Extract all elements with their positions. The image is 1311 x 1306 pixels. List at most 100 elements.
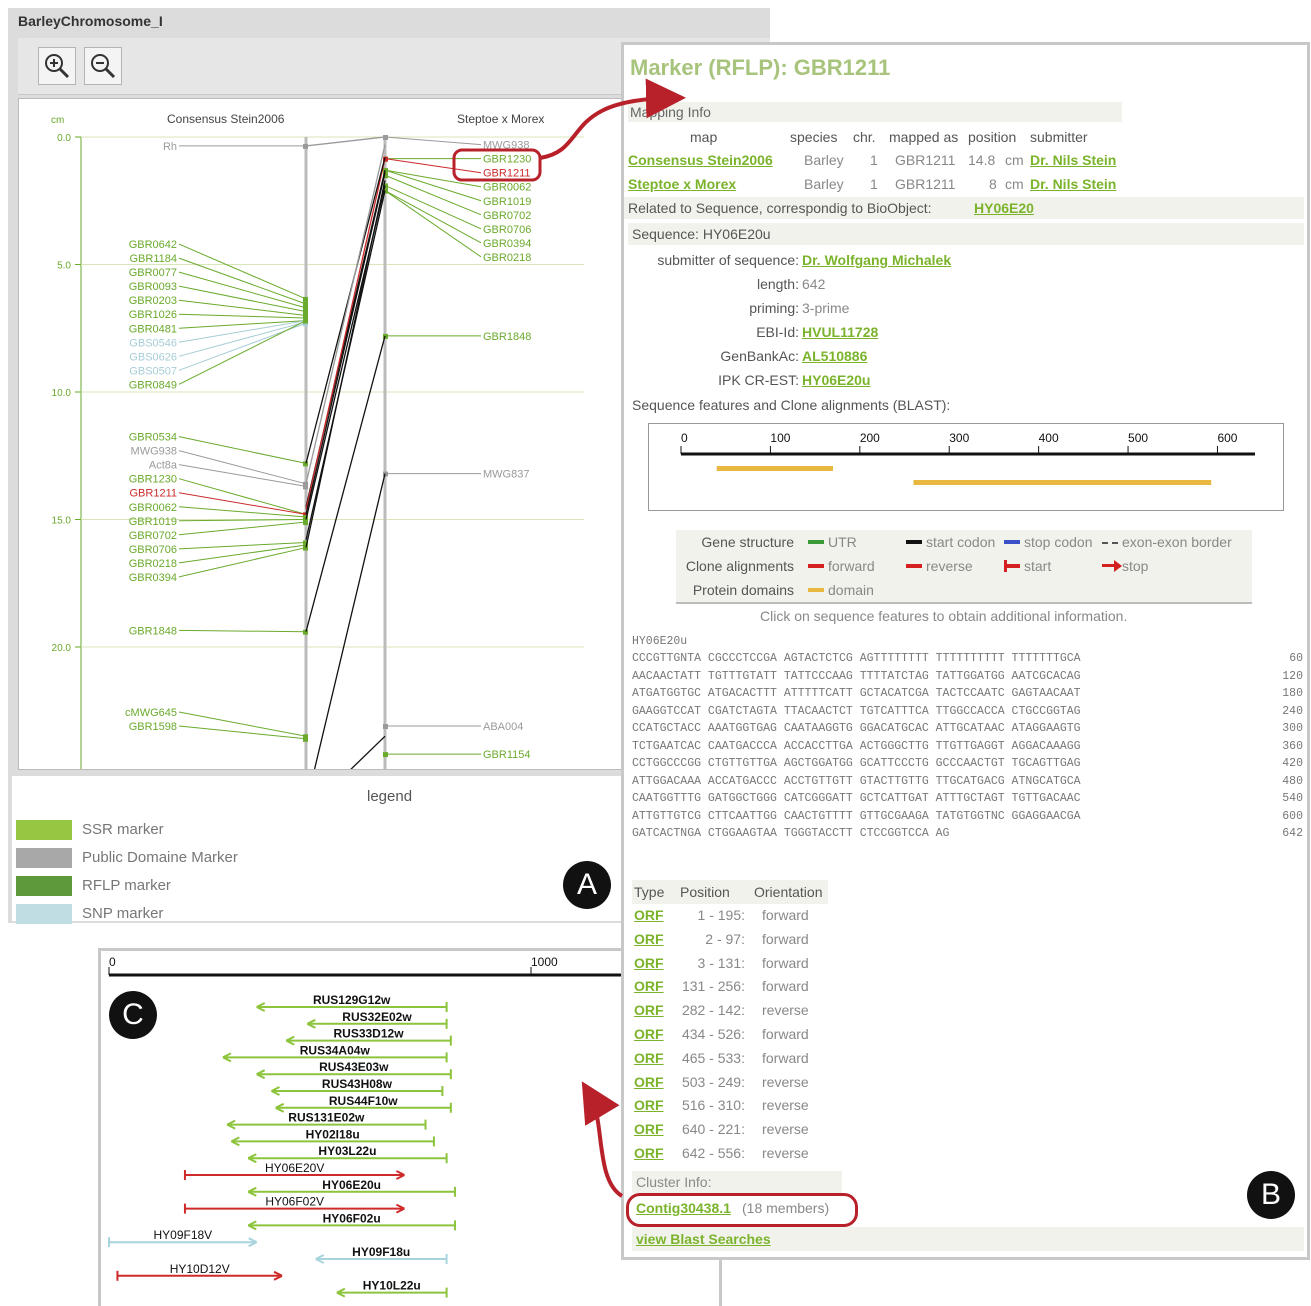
submitter-link[interactable]: Dr. Nils Stein (1030, 176, 1116, 192)
detail-key: GenBankAc: (720, 348, 799, 364)
clone-label: RUS131E02w (288, 1111, 365, 1125)
right-marker-label: GBR0394 (483, 238, 531, 250)
marker-detail-page: Marker (RFLP): GBR1211 Mapping Info map … (621, 42, 1310, 1260)
orf-position: 282 - 142: (681, 1002, 745, 1019)
homology-link (305, 172, 386, 515)
feature-track-svg: 0 100 200 300 400 500 600 (680, 431, 1255, 485)
col-header-chr: chr. (853, 129, 876, 145)
orf-position: 1 - 195: (697, 907, 745, 923)
legend-label: SNP marker (82, 905, 164, 922)
detail-link[interactable]: Dr. Wolfgang Michalek (802, 252, 951, 268)
zoom-in-button[interactable] (38, 47, 76, 85)
map-link-consensus[interactable]: Consensus Stein2006 (628, 152, 773, 168)
orf-link[interactable]: ORF (634, 1097, 664, 1113)
legend-row-label: Protein domains (692, 582, 794, 598)
left-marker-label: GBR0394 (129, 572, 177, 584)
sequence-line-number: 300 (1282, 722, 1303, 735)
blast-search-link[interactable]: view Blast Searches (636, 1231, 771, 1247)
left-marker-line (178, 506, 307, 518)
legend-label: RFLP marker (82, 877, 171, 894)
left-marker-label: GBR1230 (129, 474, 177, 486)
orf-link[interactable]: ORF (634, 1145, 664, 1161)
legend-item-text: UTR (828, 534, 857, 550)
map-title-left: Consensus Stein2006 (167, 112, 285, 126)
clone-label: HY09F18u (352, 1245, 410, 1259)
zoom-out-button[interactable] (84, 47, 122, 85)
orf-position: 131 - 256: (681, 978, 745, 995)
row-position: 14.8 (968, 152, 996, 168)
feature-axis-label: 500 (1128, 431, 1148, 445)
orf-link[interactable]: ORF (634, 1074, 664, 1090)
left-marker-dot (303, 461, 308, 467)
legend-item-text: start codon (926, 534, 996, 550)
sequence-line-number: 480 (1282, 774, 1303, 788)
cluster-link[interactable]: Contig30438.1 (636, 1200, 731, 1216)
orf-orientation: forward (762, 930, 809, 947)
alignment-axis-label: 1000 (531, 955, 558, 969)
right-marker-line (384, 169, 482, 188)
row-unit: cm (1005, 176, 1024, 192)
detail-link[interactable]: HY06E20u (802, 372, 870, 388)
orf-link[interactable]: ORF (634, 907, 664, 923)
left-marker-label: GBR0062 (129, 502, 177, 514)
row-unit: cm (1005, 152, 1024, 168)
detail-value: 3-prime (802, 300, 850, 316)
legend-glyph-solid (1004, 540, 1020, 544)
cluster-label: Cluster Info: (636, 1174, 712, 1190)
orf-header-bar: Type Position Orientation (632, 880, 828, 904)
left-marker-label: MWG938 (131, 446, 177, 458)
feature-axis-label: 100 (770, 431, 790, 445)
orf-link[interactable]: ORF (634, 931, 664, 947)
orf-link[interactable]: ORF (634, 955, 664, 971)
legend-glyph-solid (808, 564, 824, 568)
left-marker-label: GBR0093 (129, 281, 177, 293)
detail-link[interactable]: AL510886 (802, 348, 867, 364)
clone-label: HY10L22u (363, 1279, 421, 1293)
orf-link[interactable]: ORF (634, 1050, 664, 1066)
submitter-link[interactable]: Dr. Nils Stein (1030, 152, 1116, 168)
sequence-line-number: 60 (1289, 652, 1303, 665)
legend-swatch (16, 904, 72, 924)
left-marker-label: GBR1184 (130, 253, 178, 265)
sequence-bar: Sequence: HY06E20u (628, 223, 1304, 245)
legend-glyph-solid (906, 564, 922, 568)
left-marker-line (178, 450, 307, 485)
map-link-steptoe[interactable]: Steptoe x Morex (628, 176, 736, 192)
orf-link[interactable]: ORF (634, 1121, 664, 1137)
legend-item-text: start (1024, 558, 1052, 574)
orf-link[interactable]: ORF (634, 978, 664, 994)
right-marker-label: MWG837 (483, 469, 529, 481)
legend-glyph-solid (906, 540, 922, 544)
left-marker-label: GBR1598 (129, 721, 177, 733)
orf-orientation: forward (762, 954, 809, 971)
window-title: BarleyChromosome_I (18, 13, 163, 29)
detail-key: EBI-Id: (756, 324, 799, 340)
legend-arrow-head (1114, 560, 1122, 572)
orf-position: 434 - 526: (681, 1026, 745, 1042)
left-marker-label: GBR1211 (130, 488, 178, 500)
orf-link[interactable]: ORF (634, 1002, 664, 1018)
right-marker-label: GBR1848 (483, 331, 531, 343)
sequence-line-number: 360 (1282, 739, 1303, 753)
detail-link[interactable]: HVUL11728 (802, 324, 878, 340)
scale-tick-label: 10.0 (52, 388, 72, 399)
right-marker-line (384, 190, 482, 258)
protein-domain-bar (913, 480, 1212, 485)
legend-title: legend (367, 788, 413, 805)
orf-link[interactable]: ORF (634, 1026, 664, 1042)
sequence-feature-viewer[interactable]: 0 100 200 300 400 500 600 (648, 423, 1284, 511)
left-marker-label: GBR1848 (129, 625, 177, 637)
features-label: Sequence features and Clone alignments (… (632, 397, 951, 413)
scale-tick-label: 20.0 (52, 643, 72, 654)
detail-key: IPK CR-EST: (718, 372, 799, 388)
left-marker-line (178, 243, 307, 300)
right-marker-label: MWG938 (483, 140, 529, 152)
sequence-line: CCCGTTGNTA CGCCCTCCGA AGTACTCTCG AGTTTTT… (632, 652, 1081, 665)
right-marker-dot (383, 724, 388, 730)
clone-label: HY02I18u (306, 1127, 360, 1141)
col-header-map: map (690, 129, 718, 145)
right-marker-label: GBR1019 (483, 196, 531, 208)
right-marker-line (384, 174, 482, 216)
bioobject-link[interactable]: HY06E20 (974, 200, 1034, 216)
map-title-right: Steptoe x Morex (457, 112, 544, 126)
